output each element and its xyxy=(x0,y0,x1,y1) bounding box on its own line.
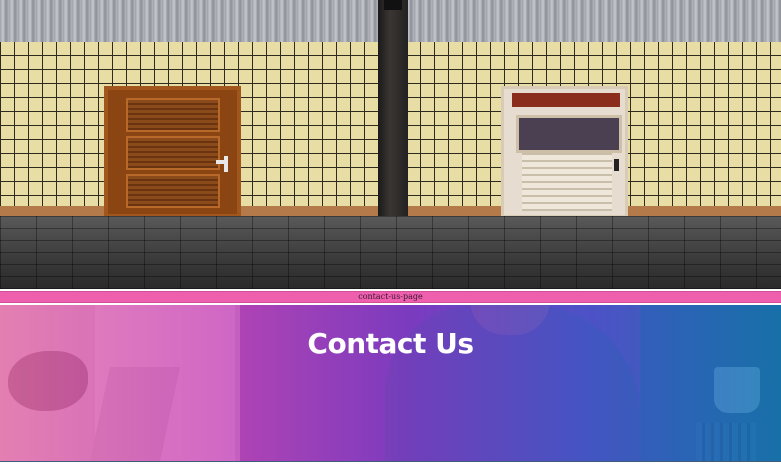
door-slats xyxy=(522,153,612,211)
door-handle xyxy=(216,160,228,164)
page-label-bar: contact-us-page xyxy=(0,291,781,303)
door-top-panel xyxy=(512,93,620,107)
pavement xyxy=(0,216,781,289)
door-panel xyxy=(126,136,220,170)
door-window xyxy=(516,115,622,153)
pillar-cap xyxy=(384,0,402,10)
wooden-door xyxy=(104,86,241,218)
contact-hero-banner: Contact Us xyxy=(0,305,781,461)
bottom-divider xyxy=(0,461,781,467)
door-handle-plate xyxy=(224,156,228,172)
page-title: Contact Us xyxy=(307,327,474,360)
door-panel xyxy=(126,174,220,208)
page: contact-us-page Contact Us xyxy=(0,0,781,467)
hero-photo-wall-with-doors xyxy=(0,0,781,289)
door-panel xyxy=(126,98,220,132)
white-door xyxy=(501,86,628,218)
door-lock xyxy=(614,159,619,171)
steel-pillar xyxy=(378,0,408,220)
